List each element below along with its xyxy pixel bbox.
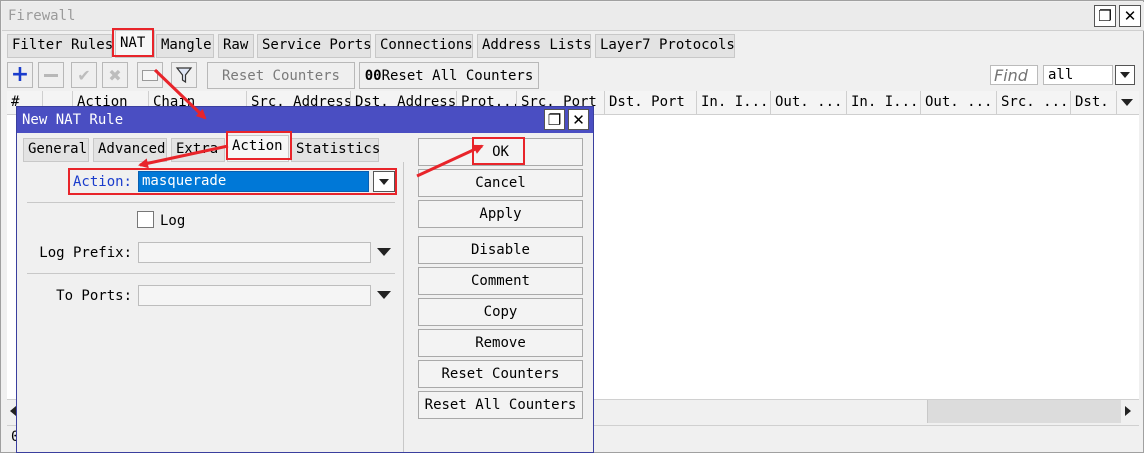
copy-button[interactable]: Copy [418,298,583,326]
enable-button[interactable]: ✔ [71,62,97,88]
disable-rule-button[interactable]: Disable [418,236,583,264]
disable-button[interactable]: ✖ [102,62,128,88]
col-dst-address-list[interactable]: Dst. [1071,91,1117,115]
tab-advanced[interactable]: Advanced [93,138,167,162]
window-titlebar: Firewall ❐ ✕ [2,2,1144,31]
annotation-box-ok [472,137,525,165]
col-in-interface[interactable]: In. I... [697,91,771,115]
dialog-reset-counters-button[interactable]: Reset Counters [418,360,583,388]
filter-button[interactable] [171,62,197,88]
log-prefix-input[interactable] [138,242,371,263]
reset-all-counters-label: Reset All Counters [381,67,534,84]
tab-filter-rules[interactable]: Filter Rules [7,34,113,58]
tab-mangle[interactable]: Mangle [156,34,214,58]
remove-rule-button[interactable]: Remove [418,329,583,357]
comment-button[interactable] [137,62,163,88]
dialog-restore-icon[interactable]: ❐ [544,109,565,130]
enable-icon: ✔ [77,65,91,85]
tab-statistics[interactable]: Statistics [291,138,380,162]
counter-icon: 00 [364,67,382,84]
col-dst-port[interactable]: Dst. Port [605,91,697,115]
dialog-reset-all-counters-button[interactable]: Reset All Counters [418,391,583,419]
separator [27,202,395,203]
scroll-right-icon[interactable] [1125,406,1131,416]
remove-button[interactable] [38,62,64,88]
tab-general[interactable]: General [23,138,89,162]
tab-raw[interactable]: Raw [218,34,254,58]
panel-divider [403,162,404,452]
comment-icon [142,69,158,81]
dialog-titlebar: New NAT Rule ❐ ✕ [17,107,593,133]
log-label: Log [160,213,186,229]
col-in-interface-list[interactable]: In. I... [847,91,921,115]
reset-all-counters-button[interactable]: 00 Reset All Counters [359,62,539,89]
scrollbar-thumb[interactable] [927,400,1121,423]
close-icon[interactable]: ✕ [1119,5,1141,27]
add-button[interactable]: + [7,62,33,88]
window-title: Firewall [8,8,76,24]
to-ports-dropdown-icon[interactable] [377,291,391,299]
separator [27,273,395,274]
apply-button[interactable]: Apply [418,200,583,228]
dialog-title: New NAT Rule [22,112,124,128]
filter-select-dropdown-icon[interactable] [1115,65,1135,85]
filter-select[interactable]: all [1043,65,1113,85]
add-icon: + [10,62,30,87]
reset-counters-button[interactable]: Reset Counters [207,62,355,89]
tab-layer7-protocols[interactable]: Layer7 Protocols [595,34,735,58]
annotation-box-nat [112,28,154,57]
tab-address-lists[interactable]: Address Lists [477,34,592,58]
col-src-address-list[interactable]: Src. ... [997,91,1071,115]
columns-dropdown-icon[interactable] [1121,99,1133,106]
col-out-interface[interactable]: Out. ... [771,91,847,115]
annotation-box-action-tab [226,131,292,160]
remove-icon [44,73,58,77]
find-input[interactable] [990,65,1038,85]
dialog-close-icon[interactable]: ✕ [568,109,589,130]
restore-icon[interactable]: ❐ [1094,5,1116,27]
disable-icon: ✖ [108,65,122,85]
log-checkbox[interactable] [137,211,154,228]
to-ports-label: To Ports: [56,288,132,304]
tab-extra[interactable]: Extra [171,138,225,162]
cancel-button[interactable]: Cancel [418,169,583,197]
tab-service-ports[interactable]: Service Ports [257,34,372,58]
annotation-box-action-field [68,168,397,195]
to-ports-input[interactable] [138,285,371,306]
comment-rule-button[interactable]: Comment [418,267,583,295]
log-prefix-label: Log Prefix: [39,245,132,261]
col-out-interface-list[interactable]: Out. ... [921,91,997,115]
filter-icon [175,67,193,84]
tab-connections[interactable]: Connections [375,34,473,58]
log-prefix-dropdown-icon[interactable] [377,248,391,256]
